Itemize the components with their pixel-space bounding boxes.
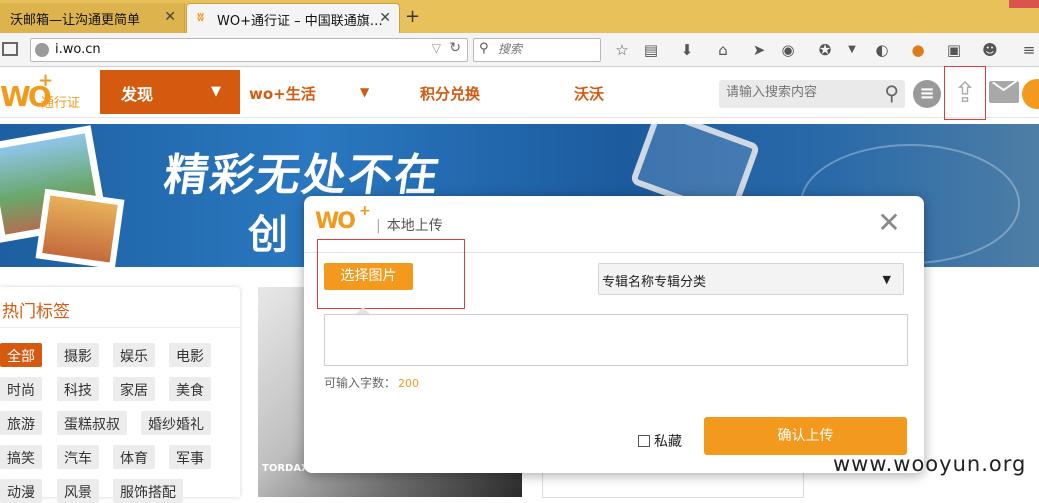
tag-item[interactable]: 体育 [113,445,155,469]
user-avatar[interactable] [1022,79,1039,109]
tag-item[interactable]: 全部 [0,343,42,367]
char-count-text: 可输入字数： [324,376,397,390]
list-menu-icon[interactable]: ≡ [913,80,941,108]
tab-woyouxiang[interactable]: 沃邮箱—让沟通更简单 ✕ [0,3,185,33]
pointer-triangle [356,307,370,314]
browser-search-input[interactable] [498,42,594,56]
palette-icon[interactable]: ◐ [873,41,891,59]
logo-plus: + [38,70,54,91]
album-select-value: 专辑名称专辑分类 [602,275,707,290]
photo-card-label: TORDAX [262,463,309,474]
tag-item[interactable]: 电影 [169,343,211,367]
banner-subtitle: 创 [248,212,288,258]
dialog-logo: WO + [315,203,375,239]
album-category-select[interactable]: 专辑名称专辑分类 ▼ [598,263,904,295]
chevron-down-icon: ▼ [882,273,891,286]
tag-item[interactable]: 摄影 [57,343,99,367]
tag-item[interactable]: 风景 [57,479,99,503]
tag-item[interactable]: 美食 [169,377,211,401]
chevron-down-icon[interactable]: ▼ [843,41,861,59]
url-bar[interactable]: i.wo.cn ▽ ↻ [30,38,468,62]
tag-item[interactable]: 娱乐 [113,343,155,367]
logo-plus: + [359,203,371,219]
char-count-label: 可输入字数： 200 [324,374,419,391]
tab-wo-passport[interactable]: ʬ WO+通行证 – 中国联通旗… ✕ [186,3,400,33]
site-search-box[interactable]: ⚲ [719,80,905,108]
logo-wo: WO [315,209,356,234]
chevron-down-icon: ▼ [211,84,221,99]
hamburger-menu-icon[interactable]: ≡ [1020,41,1038,59]
tag-item[interactable]: 家居 [113,377,155,401]
private-checkbox[interactable]: 私藏 [638,431,682,451]
tag-item[interactable]: 蛋糕叔叔 [57,411,127,435]
title-separator: | [376,218,381,234]
tag-item[interactable]: 服饰搭配 [113,479,183,503]
avatar-addon-icon[interactable]: ● [909,41,927,59]
chevron-down-icon[interactable]: ▽ [432,41,441,55]
tab-label: WO+通行证 – 中国联通旗… [217,14,383,29]
url-text: i.wo.cn [55,42,101,57]
home-icon[interactable]: ⌂ [714,41,732,59]
divider [0,327,240,328]
dialog-title: | 本地上传 [376,215,443,235]
tab-label: 沃邮箱—让沟通更简单 [10,13,141,28]
choose-image-button[interactable]: 选择图片 [324,263,413,290]
checkbox-icon[interactable] [638,435,650,447]
private-label: 私藏 [654,434,682,450]
nav-wowo[interactable]: 沃沃 [574,83,604,104]
description-textarea[interactable] [324,314,908,366]
extension-icon[interactable]: ✪ [816,41,834,59]
nav-discover-label: 发现 [121,85,154,104]
upload-highlight-box [944,66,986,120]
chevron-down-icon[interactable]: ▼ [360,85,369,99]
logo-subtitle: 通行证 [41,96,81,111]
browser-tab-bar: 沃邮箱—让沟通更简单 ✕ ʬ WO+通行证 – 中国联通旗… ✕ + [0,0,1039,33]
tag-item[interactable]: 动漫 [0,479,42,503]
tag-item[interactable]: 旅游 [0,411,42,435]
watermark: www.wooyun.org [833,452,1027,476]
nav-points[interactable]: 积分兑换 [420,83,480,104]
hot-tags-panel: 热门标签 全部 摄影 娱乐 电影 时尚 科技 家居 美食 旅游 蛋糕叔叔 婚纱婚… [0,287,240,503]
browser-nav-bar: i.wo.cn ▽ ↻ ⚲ ☆ ▤ ⬇ ⌂ ➤ ◉ ✪ ▼ ◐ ● ▣ ☻ ≡ [0,33,1039,67]
tag-item[interactable]: 婚纱婚礼 [141,411,211,435]
tag-item[interactable]: 汽车 [57,445,99,469]
local-upload-dialog: WO + | 本地上传 ✕ 选择图片 专辑名称专辑分类 ▼ 可输入字数： 200 私… [304,196,924,473]
tag-item[interactable]: 科技 [57,377,99,401]
window-close-button[interactable] [1009,0,1039,8]
dialog-title-text: 本地上传 [386,218,443,234]
search-icon[interactable]: ⚲ [884,81,899,105]
save-icon[interactable]: ▣ [945,41,963,59]
tag-item[interactable]: 时尚 [0,377,42,401]
globe-menu-icon[interactable]: ◉ [779,41,797,59]
close-icon[interactable]: ✕ [164,9,176,25]
nav-life[interactable]: wo+生活 [249,83,316,104]
hot-tags-title: 热门标签 [2,302,70,322]
new-tab-button[interactable]: + [405,6,420,27]
search-icon: ⚲ [479,41,489,56]
banner-title: 精彩无处不在 [160,150,444,201]
close-icon[interactable]: ✕ [876,209,902,237]
char-count-number: 200 [398,377,420,390]
globe-icon [35,43,49,57]
reading-list-icon[interactable]: ▤ [642,41,660,59]
reload-icon[interactable]: ↻ [449,40,461,56]
sidebar-icon[interactable] [2,42,18,56]
site-header: WO + 通行证 发现 ▼ wo+生活 ▼ 积分兑换 沃沃 ⚲ ≡ ⇪ [0,68,1039,118]
chat-icon[interactable]: ☻ [981,41,999,59]
wo-favicon-icon: ʬ [197,10,205,24]
banner-photo [35,188,125,267]
browser-search-box[interactable]: ⚲ [473,38,601,62]
confirm-upload-button[interactable]: 确认上传 [704,417,907,455]
send-icon[interactable]: ➤ [750,41,768,59]
site-search-input[interactable] [726,85,871,100]
close-icon[interactable]: ✕ [379,10,391,26]
tag-item[interactable]: 军事 [169,445,211,469]
tag-item[interactable]: 搞笑 [0,445,42,469]
nav-discover-menu[interactable]: 发现 ▼ [100,70,240,114]
download-icon[interactable]: ⬇ [678,41,696,59]
site-logo[interactable]: WO + 通行证 [0,70,90,113]
mail-icon[interactable] [989,81,1019,103]
bookmark-star-icon[interactable]: ☆ [613,41,631,59]
